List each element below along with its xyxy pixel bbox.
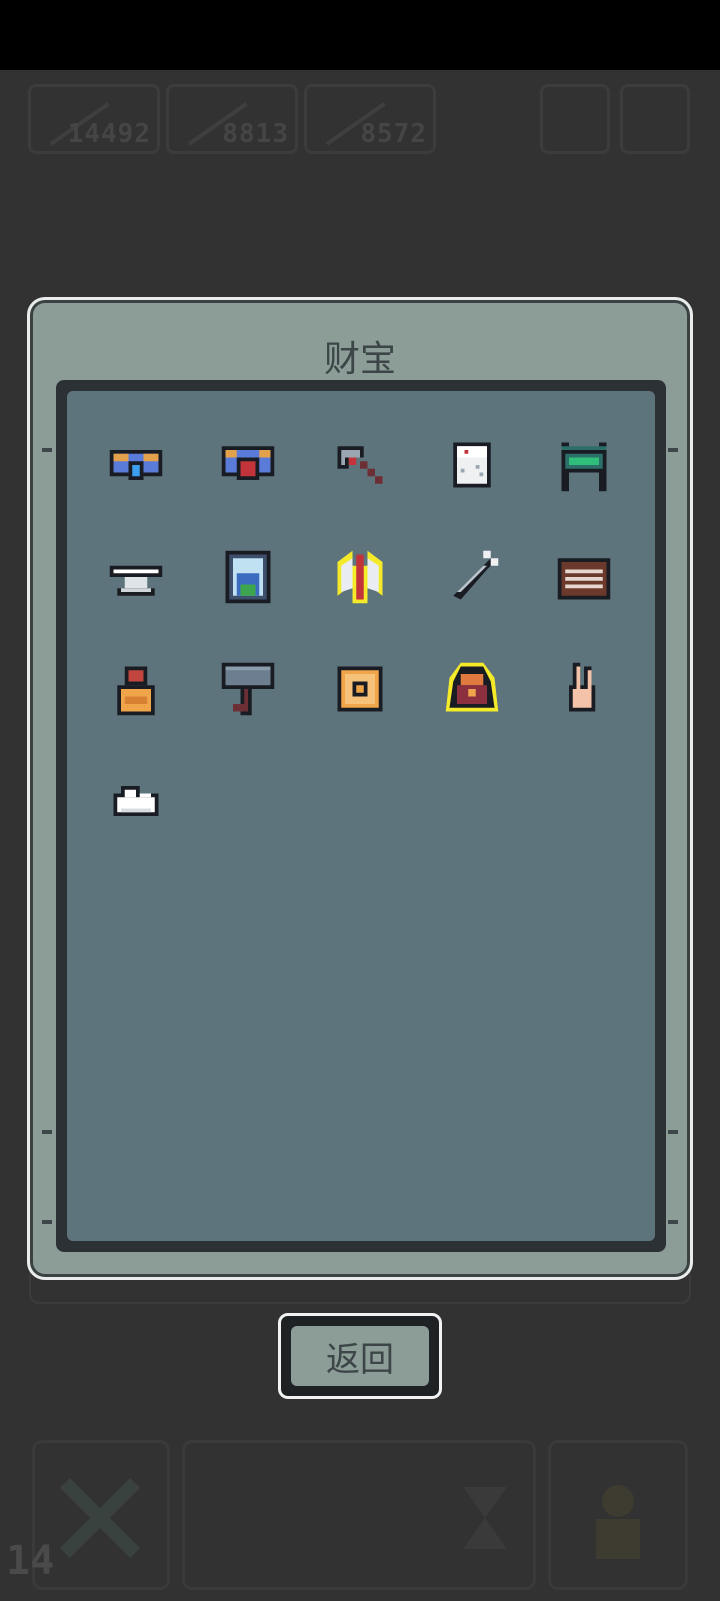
hourglass-icon (463, 1487, 507, 1549)
ornate-ring-icon (337, 666, 383, 712)
double-axe-icon (337, 550, 383, 604)
stat-value-3: 8572 (360, 119, 427, 149)
peace-hand-icon (569, 662, 596, 712)
red-orb-goggles-icon (221, 446, 275, 480)
cloud-icon (113, 786, 159, 816)
stat-slot-1: 14492 (28, 84, 160, 154)
hud-button-2 (620, 84, 690, 154)
treasure-slot[interactable] (442, 659, 554, 771)
bottom-slot-center (182, 1440, 536, 1590)
treasure-slot[interactable] (106, 659, 218, 771)
treasure-slot[interactable] (554, 435, 666, 547)
treasure-slot[interactable] (330, 547, 442, 659)
treasure-slot[interactable] (218, 547, 330, 659)
stat-slot-2: 8813 (166, 84, 298, 154)
portrait-frame-icon (225, 550, 271, 604)
dice-icon (453, 442, 491, 488)
war-hammer-icon (221, 662, 275, 716)
clay-pot-icon (117, 666, 155, 716)
treasure-slot[interactable] (106, 771, 218, 883)
anvil-icon (109, 565, 163, 596)
treasure-slot[interactable] (442, 435, 554, 547)
treasure-slot[interactable] (218, 435, 330, 547)
treasure-slot[interactable] (106, 547, 218, 659)
bottom-slot-character (548, 1440, 688, 1590)
treasure-slot[interactable] (554, 547, 666, 659)
treasure-slot[interactable] (106, 435, 218, 547)
stat-slot-3: 8572 (304, 84, 436, 154)
treasure-grid (106, 435, 666, 883)
character-icon (596, 1485, 640, 1559)
back-button-label: 返回 (291, 1326, 429, 1386)
back-button[interactable]: 返回 (278, 1313, 442, 1399)
treasure-slot[interactable] (330, 659, 442, 771)
level-number: 14 (6, 1538, 55, 1584)
stat-value-2: 8813 (222, 119, 289, 149)
blue-orb-goggles-icon (109, 450, 163, 480)
treasure-chest-icon (445, 662, 499, 712)
treasure-slot[interactable] (554, 659, 666, 771)
treasure-slot[interactable] (218, 659, 330, 771)
dialog-title: 财宝 (323, 339, 396, 380)
status-bar (0, 0, 720, 70)
treasure-slot[interactable] (330, 435, 442, 547)
crossed-swords-icon (60, 1478, 140, 1558)
green-shop-stand-icon (561, 442, 607, 492)
abacus-icon (557, 558, 611, 600)
hud-button-1 (540, 84, 610, 154)
sword-icon (453, 550, 499, 600)
treasure-slot[interactable] (442, 547, 554, 659)
pickaxe-icon (337, 446, 383, 484)
stat-value-1: 14492 (67, 119, 151, 149)
